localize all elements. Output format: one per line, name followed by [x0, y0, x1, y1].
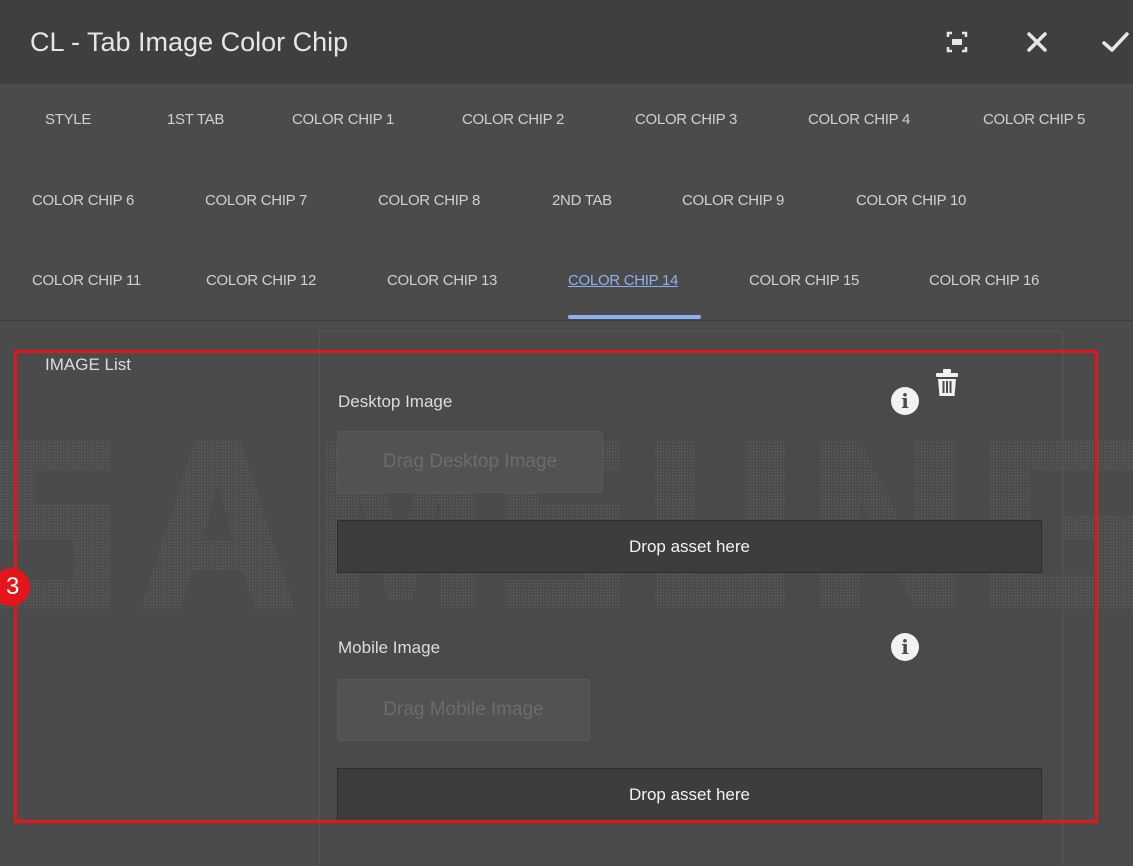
dialog-title: CL - Tab Image Color Chip	[30, 27, 349, 57]
tab-color-chip-13[interactable]: COLOR CHIP 13	[387, 272, 497, 289]
tab-color-chip-10[interactable]: COLOR CHIP 10	[856, 192, 966, 209]
check-icon[interactable]	[1099, 26, 1131, 58]
dialog-header: CL - Tab Image Color Chip	[0, 0, 1133, 84]
tab-color-chip-7[interactable]: COLOR CHIP 7	[205, 192, 307, 209]
tab-style[interactable]: STYLE	[45, 111, 91, 128]
desktop-drop-zone[interactable]: Drop asset here	[337, 520, 1042, 573]
tab-color-chip-14[interactable]: COLOR CHIP 14	[568, 272, 678, 289]
mobile-image-drag-area[interactable]: Drag Mobile Image	[337, 679, 590, 741]
tab-color-chip-1[interactable]: COLOR CHIP 1	[292, 111, 394, 128]
tab-color-chip-6[interactable]: COLOR CHIP 6	[32, 192, 134, 209]
tab-color-chip-2[interactable]: COLOR CHIP 2	[462, 111, 564, 128]
tab-color-chip-4[interactable]: COLOR CHIP 4	[808, 111, 910, 128]
info-icon[interactable]: i	[891, 387, 919, 415]
desktop-image-label: Desktop Image	[338, 392, 453, 411]
fullscreen-icon[interactable]	[941, 26, 973, 58]
tab-color-chip-15[interactable]: COLOR CHIP 15	[749, 272, 859, 289]
tab-2nd-tab[interactable]: 2ND TAB	[552, 192, 612, 209]
step-badge: 3	[0, 568, 30, 606]
active-tab-indicator	[568, 315, 701, 319]
close-icon[interactable]	[1021, 26, 1053, 58]
mobile-image-label: Mobile Image	[338, 638, 441, 657]
tab-1st-tab[interactable]: 1ST TAB	[167, 111, 224, 128]
tab-color-chip-16[interactable]: COLOR CHIP 16	[929, 272, 1039, 289]
info-icon[interactable]: i	[891, 633, 919, 661]
tab-color-chip-11[interactable]: COLOR CHIP 11	[32, 272, 141, 289]
tab-color-chip-12[interactable]: COLOR CHIP 12	[206, 272, 316, 289]
tab-color-chip-9[interactable]: COLOR CHIP 9	[682, 192, 784, 209]
tab-color-chip-8[interactable]: COLOR CHIP 8	[378, 192, 480, 209]
tab-divider	[0, 320, 1133, 321]
trash-icon[interactable]	[934, 368, 960, 398]
tab-color-chip-3[interactable]: COLOR CHIP 3	[635, 111, 737, 128]
mobile-drop-zone[interactable]: Drop asset here	[337, 768, 1042, 821]
tab-color-chip-5[interactable]: COLOR CHIP 5	[983, 111, 1085, 128]
image-list-label: IMAGE List	[45, 355, 131, 374]
desktop-image-drag-area[interactable]: Drag Desktop Image	[337, 431, 603, 493]
